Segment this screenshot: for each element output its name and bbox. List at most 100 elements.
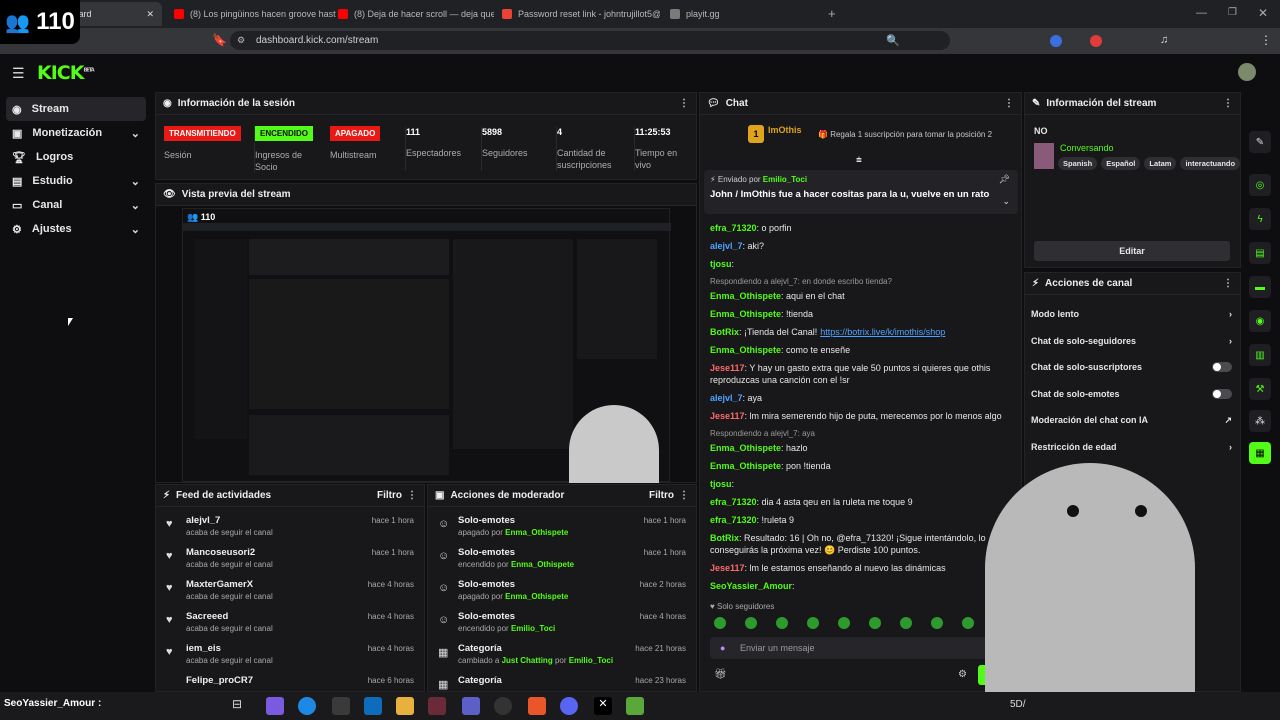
brave-icon[interactable] xyxy=(528,697,546,715)
mod-user[interactable]: Emilio_Toci xyxy=(511,624,555,633)
emote-icon[interactable] xyxy=(776,617,788,629)
chat-username[interactable]: Enma_Othispete xyxy=(710,345,781,355)
leaderboard-user[interactable]: ImOthis xyxy=(768,125,802,135)
extension-icon[interactable] xyxy=(1050,35,1062,47)
sidebar-item-stream[interactable]: ◉ Stream xyxy=(6,97,146,121)
more-options-icon[interactable]: ⋮ xyxy=(1004,98,1014,109)
chat-message[interactable]: Respondiendo a alejvl_7: aya Enma_Othispe… xyxy=(710,428,1012,454)
pinned-user[interactable]: Emilio_Toci xyxy=(763,175,807,184)
camera-icon[interactable]: ◎ xyxy=(1249,174,1271,196)
chat-message[interactable]: Respondiendo a alejvl_7: en donde escrib… xyxy=(710,276,1012,302)
minimize-icon[interactable]: — xyxy=(1196,7,1207,19)
chat-message[interactable]: Enma_Othispete: pon !tienda xyxy=(710,460,1012,472)
list-item[interactable]: ☺ Solo-emotes encendido por Emilio_Toci hac… xyxy=(428,607,696,639)
wrench-icon[interactable]: ⚒ xyxy=(1249,378,1271,400)
list-item[interactable]: ♥ iem_eis acaba de seguir el canal hace 4 h… xyxy=(156,639,424,671)
age-restriction-row[interactable]: Restricción de edad › xyxy=(1025,434,1240,461)
slow-mode-row[interactable]: Modo lento › xyxy=(1025,301,1240,328)
edit-icon[interactable]: ✎ xyxy=(1249,131,1271,153)
chat-input[interactable]: Enviar un mensaje●☺ xyxy=(710,637,1010,659)
nodes-icon[interactable]: ⁂ xyxy=(1249,410,1271,432)
chat-message[interactable]: Jese117: lm mira semerendo hijo de puta,… xyxy=(710,410,1012,422)
sidebar-item-ajustes[interactable]: ⚙ Ajustes ⌄ xyxy=(6,217,146,241)
subscribers-only-toggle[interactable] xyxy=(1212,362,1232,373)
store-icon[interactable] xyxy=(332,697,350,715)
emote-icon[interactable] xyxy=(962,617,974,629)
emote-icon[interactable] xyxy=(931,617,943,629)
emotes-only-toggle[interactable] xyxy=(1212,388,1232,399)
settings-icon[interactable]: ⚙ xyxy=(958,669,967,680)
more-options-icon[interactable]: ⋮ xyxy=(407,490,417,501)
emote-icon[interactable] xyxy=(714,617,726,629)
tab-gmail[interactable]: Password reset link - johntrujillot5@ xyxy=(494,2,660,26)
extension-icon[interactable] xyxy=(1090,35,1102,47)
maximize-icon[interactable]: ❐ xyxy=(1228,7,1237,18)
chat-message[interactable]: Enma_Othispete: !tienda xyxy=(710,308,1012,320)
folder-icon[interactable] xyxy=(396,697,414,715)
more-options-icon[interactable]: ⋮ xyxy=(679,98,689,109)
chat-username[interactable]: efra_71320 xyxy=(710,515,757,525)
category-name[interactable]: Just Chatting xyxy=(502,656,553,665)
chat-username[interactable]: Jese117 xyxy=(710,411,745,421)
reply-reference[interactable]: Respondiendo a alejvl_7: aya xyxy=(710,428,1012,440)
broadcast-icon[interactable]: ◉ xyxy=(1249,310,1271,332)
obs-icon[interactable] xyxy=(494,697,512,715)
capcut-icon[interactable]: ✕ xyxy=(594,697,612,715)
close-window-icon[interactable]: ✕ xyxy=(1258,6,1268,20)
more-options-icon[interactable]: ⋮ xyxy=(679,490,689,501)
chat-message[interactable]: tjosu: xyxy=(710,478,1012,490)
site-info-icon[interactable]: ⚙ xyxy=(237,35,245,46)
chat-username[interactable]: BotRix xyxy=(710,533,739,543)
discord-icon[interactable] xyxy=(560,697,578,715)
chat-message[interactable]: BotRix: Resultado: 16 | Oh no, @efra_713… xyxy=(710,532,1012,556)
bolt-icon[interactable]: ϟ xyxy=(1249,208,1271,230)
close-icon[interactable]: ✕ xyxy=(146,9,154,20)
kick-logo[interactable]: KICKBETA xyxy=(37,62,95,84)
sidebar-item-monetizacion[interactable]: ▣ Monetización ⌄ xyxy=(6,121,146,145)
stream-preview-video[interactable]: 👥 110 xyxy=(182,208,671,483)
tag[interactable]: interactuando xyxy=(1180,157,1241,170)
chat-username[interactable]: tjosu xyxy=(710,259,732,269)
menu-icon[interactable]: ⋮ xyxy=(1260,33,1272,47)
list-item[interactable]: ☺ Solo-emotes apagado por Enma_Othispete ha… xyxy=(428,511,696,543)
minecraft-icon[interactable] xyxy=(626,697,644,715)
chat-username[interactable]: efra_71320 xyxy=(710,497,757,507)
expand-icon[interactable]: ⩧ xyxy=(856,155,862,166)
calculator-icon[interactable]: ▦ xyxy=(1249,442,1271,464)
chat-message[interactable]: alejvl_7: aki? xyxy=(710,240,1012,252)
list-item[interactable]: ▦ Categoría hace 23 horas xyxy=(428,671,696,691)
chat-username[interactable]: alejvl_7 xyxy=(710,241,743,251)
reply-reference[interactable]: Respondiendo a alejvl_7: en donde escrib… xyxy=(710,276,1012,288)
chat-message[interactable]: efra_71320: !ruleta 9 xyxy=(710,514,1012,526)
list-item[interactable]: ☺ Solo-emotes encendido por Enma_Othispete… xyxy=(428,543,696,575)
mod-user[interactable]: Enma_Othispete xyxy=(505,528,568,537)
chat-username[interactable]: BotRix xyxy=(710,327,739,337)
chat-icon[interactable]: ▬ xyxy=(1249,276,1271,298)
edit-button[interactable]: Editar xyxy=(1034,241,1230,261)
chat-message[interactable]: tjosu: xyxy=(710,258,1012,270)
task-view-icon[interactable]: ⊟ xyxy=(232,697,250,715)
list-item[interactable]: ♥ alejvl_7 acaba de seguir el canal hace 1 … xyxy=(156,511,424,543)
pin-icon[interactable]: 📌︎ xyxy=(999,174,1010,185)
app-icon[interactable] xyxy=(428,697,446,715)
emote-icon[interactable] xyxy=(869,617,881,629)
more-options-icon[interactable]: ⋮ xyxy=(1223,278,1233,289)
category-link[interactable]: Conversando xyxy=(1060,143,1114,153)
bookmark-icon[interactable]: 🔖 xyxy=(212,33,227,47)
chat-message[interactable]: alejvl_7: aya xyxy=(710,392,1012,404)
sidebar-item-estudio[interactable]: ▤ Estudio ⌄ xyxy=(6,169,146,193)
zoom-icon[interactable]: 🔍 xyxy=(886,34,900,47)
emote-icon[interactable] xyxy=(900,617,912,629)
teams-icon[interactable] xyxy=(462,697,480,715)
followers-only-row[interactable]: Chat de solo-seguidores › xyxy=(1025,328,1240,355)
tag[interactable]: Español xyxy=(1101,157,1141,170)
filter-button[interactable]: Filtro xyxy=(377,490,402,501)
chat-message[interactable]: efra_71320: dia 4 asta qeu en la ruleta … xyxy=(710,496,1012,508)
chat-username[interactable]: Enma_Othispete xyxy=(710,291,781,301)
edge-icon[interactable] xyxy=(298,697,316,715)
outlook-icon[interactable] xyxy=(364,697,382,715)
mic-icon[interactable]: ● xyxy=(720,637,725,659)
mod-user[interactable]: Enma_Othispete xyxy=(511,560,574,569)
ai-moderation-row[interactable]: Moderación del chat con IA ↗ xyxy=(1025,407,1240,434)
list-icon[interactable]: ▥ xyxy=(1249,344,1271,366)
